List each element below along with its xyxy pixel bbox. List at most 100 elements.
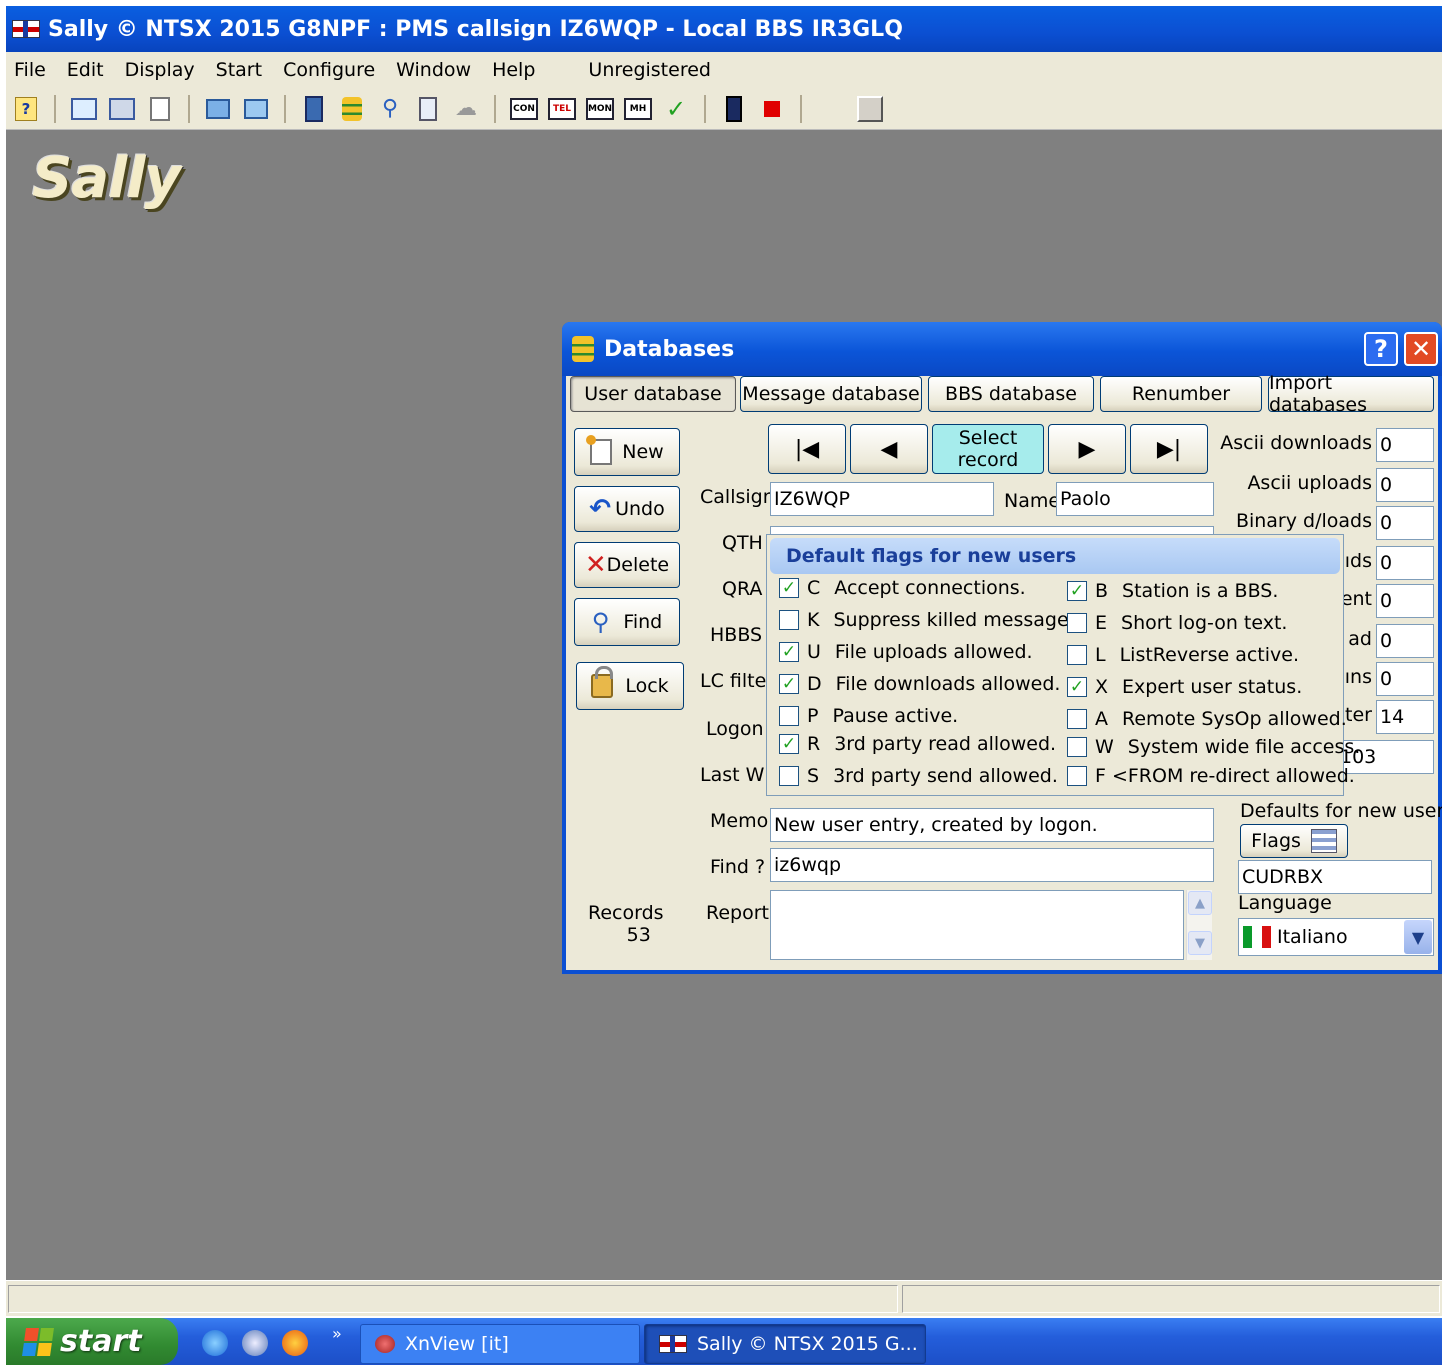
stat-field[interactable]: 0 (1376, 584, 1434, 618)
menu-help[interactable]: Help (492, 59, 535, 81)
task-xnview[interactable]: XnView [it] (360, 1324, 640, 1364)
checkbox[interactable] (1067, 737, 1087, 757)
flag-option[interactable]: K Suppress killed messages. (779, 609, 1085, 631)
flag-option[interactable]: ✓ D File downloads allowed. (779, 673, 1060, 695)
tab-message-database[interactable]: Message database (740, 376, 922, 412)
checkbox[interactable] (1067, 645, 1087, 665)
cloud-icon[interactable]: ☁ (452, 95, 480, 123)
checkbox[interactable] (779, 706, 799, 726)
start-button[interactable]: start (6, 1318, 178, 1365)
flag-option[interactable]: ✓ R 3rd party read allowed. (779, 733, 1056, 755)
undo-button[interactable]: ↶ Undo (574, 486, 680, 532)
select-record-button[interactable]: Select record (932, 424, 1044, 474)
chevron-down-icon[interactable]: ▼ (1404, 920, 1432, 954)
last-record-button[interactable]: ▶| (1130, 424, 1208, 474)
checkbox[interactable] (1067, 766, 1087, 786)
report-scrollbar[interactable]: ▲ ▼ (1186, 890, 1212, 960)
email-icon[interactable] (242, 1330, 268, 1356)
tab-bbs-database[interactable]: BBS database (928, 376, 1094, 412)
flag-option[interactable]: L ListReverse active. (1067, 644, 1299, 666)
dialog-title-bar[interactable]: Databases (562, 322, 1442, 376)
new-button[interactable]: New (574, 428, 680, 476)
default-flags-field[interactable]: CUDRBX (1238, 860, 1432, 894)
binary-downloads-field[interactable]: 0 (1376, 506, 1434, 540)
flag-option[interactable]: ✓ C Accept connections. (779, 577, 1026, 599)
tab-import-databases[interactable]: Import databases (1268, 372, 1434, 416)
menu-file[interactable]: File (14, 59, 46, 81)
flag-option[interactable]: P Pause active. (779, 705, 958, 727)
stat-field[interactable]: 0 (1376, 662, 1434, 696)
flags-button[interactable]: Flags (1240, 824, 1348, 858)
find-icon[interactable]: ⚲ (376, 95, 404, 123)
find-field[interactable]: iz6wqp (770, 848, 1214, 882)
stat-field[interactable]: 0 (1376, 624, 1434, 658)
stat-field[interactable]: 14 (1376, 700, 1434, 734)
check-icon[interactable]: ✓ (662, 95, 690, 123)
menu-edit[interactable]: Edit (67, 59, 104, 81)
checkbox[interactable]: ✓ (779, 642, 799, 662)
scroll-up-icon[interactable]: ▲ (1188, 891, 1212, 915)
ascii-downloads-field[interactable]: 0 (1376, 428, 1434, 462)
lock-button[interactable]: Lock (576, 662, 684, 710)
flag-option[interactable]: S 3rd party send allowed. (779, 765, 1058, 787)
checkbox[interactable]: ✓ (779, 578, 799, 598)
ascii-uploads-field[interactable]: 0 (1376, 468, 1434, 502)
help-button[interactable]: ? (1364, 332, 1398, 366)
flag-option[interactable]: ✓ X Expert user status. (1067, 676, 1302, 698)
checkbox[interactable] (779, 766, 799, 786)
delete-button[interactable]: ✕ Delete (574, 542, 680, 588)
tab-user-database[interactable]: User database (570, 376, 736, 412)
list-icon[interactable] (70, 95, 98, 123)
form-icon[interactable] (108, 95, 136, 123)
checkbox[interactable]: ✓ (1067, 677, 1087, 697)
internet-explorer-icon[interactable] (202, 1330, 228, 1356)
report-field[interactable] (770, 890, 1184, 960)
first-record-button[interactable]: |◀ (768, 424, 846, 474)
exit-icon[interactable] (720, 95, 748, 123)
task-sally[interactable]: Sally © NTSX 2015 G... (644, 1324, 926, 1364)
flag-option[interactable]: E Short log-on text. (1067, 612, 1287, 634)
scroll-icon[interactable] (414, 95, 442, 123)
flag-option[interactable]: F <FROM re-direct allowed. (1067, 765, 1355, 787)
con-icon[interactable]: CON (510, 95, 538, 123)
import-icon[interactable] (204, 95, 232, 123)
flag-option[interactable]: ✓ B Station is a BBS. (1067, 580, 1278, 602)
checkbox[interactable] (1067, 709, 1087, 729)
next-record-button[interactable]: ▶ (1048, 424, 1126, 474)
callsign-field[interactable]: IZ6WQP (770, 482, 994, 516)
flag-option[interactable]: ✓ U File uploads allowed. (779, 641, 1033, 663)
menu-display[interactable]: Display (125, 59, 195, 81)
flag-option[interactable]: W System wide file access. (1067, 736, 1360, 758)
name-field[interactable]: Paolo (1056, 482, 1214, 516)
menu-start[interactable]: Start (216, 59, 262, 81)
title-bar[interactable]: Sally © NTSX 2015 G8NPF : PMS callsign I… (6, 6, 1442, 52)
prev-record-button[interactable]: ◀ (850, 424, 928, 474)
quicklaunch-overflow[interactable]: » (332, 1324, 342, 1343)
scroll-down-icon[interactable]: ▼ (1188, 931, 1212, 955)
tel-icon[interactable]: TEL (548, 95, 576, 123)
checkbox[interactable]: ✓ (1067, 581, 1087, 601)
checkbox[interactable] (1067, 613, 1087, 633)
book-icon[interactable] (300, 95, 328, 123)
memo-field[interactable]: New user entry, created by logon. (770, 808, 1214, 842)
close-button[interactable]: ✕ (1404, 332, 1438, 366)
forward-icon[interactable] (242, 95, 270, 123)
language-select[interactable]: Italiano ▼ (1238, 918, 1434, 956)
checkbox[interactable]: ✓ (779, 674, 799, 694)
flag-option[interactable]: A Remote SysOp allowed. (1067, 708, 1347, 730)
stat-field[interactable]: 0 (1376, 546, 1434, 580)
menu-window[interactable]: Window (396, 59, 471, 81)
firefox-icon[interactable] (282, 1330, 308, 1356)
find-button[interactable]: ⚲ Find (574, 598, 680, 646)
new-icon[interactable] (146, 95, 174, 123)
mh-icon[interactable]: MH (624, 95, 652, 123)
menu-configure[interactable]: Configure (283, 59, 375, 81)
tab-renumber[interactable]: Renumber (1100, 376, 1262, 412)
blank-icon[interactable] (856, 95, 884, 123)
checkbox[interactable] (779, 610, 799, 630)
help-icon[interactable]: ? (12, 95, 40, 123)
mon-icon[interactable]: MON (585, 95, 615, 123)
database-icon[interactable] (338, 95, 366, 123)
checkbox[interactable]: ✓ (779, 734, 799, 754)
stop-icon[interactable] (758, 95, 786, 123)
